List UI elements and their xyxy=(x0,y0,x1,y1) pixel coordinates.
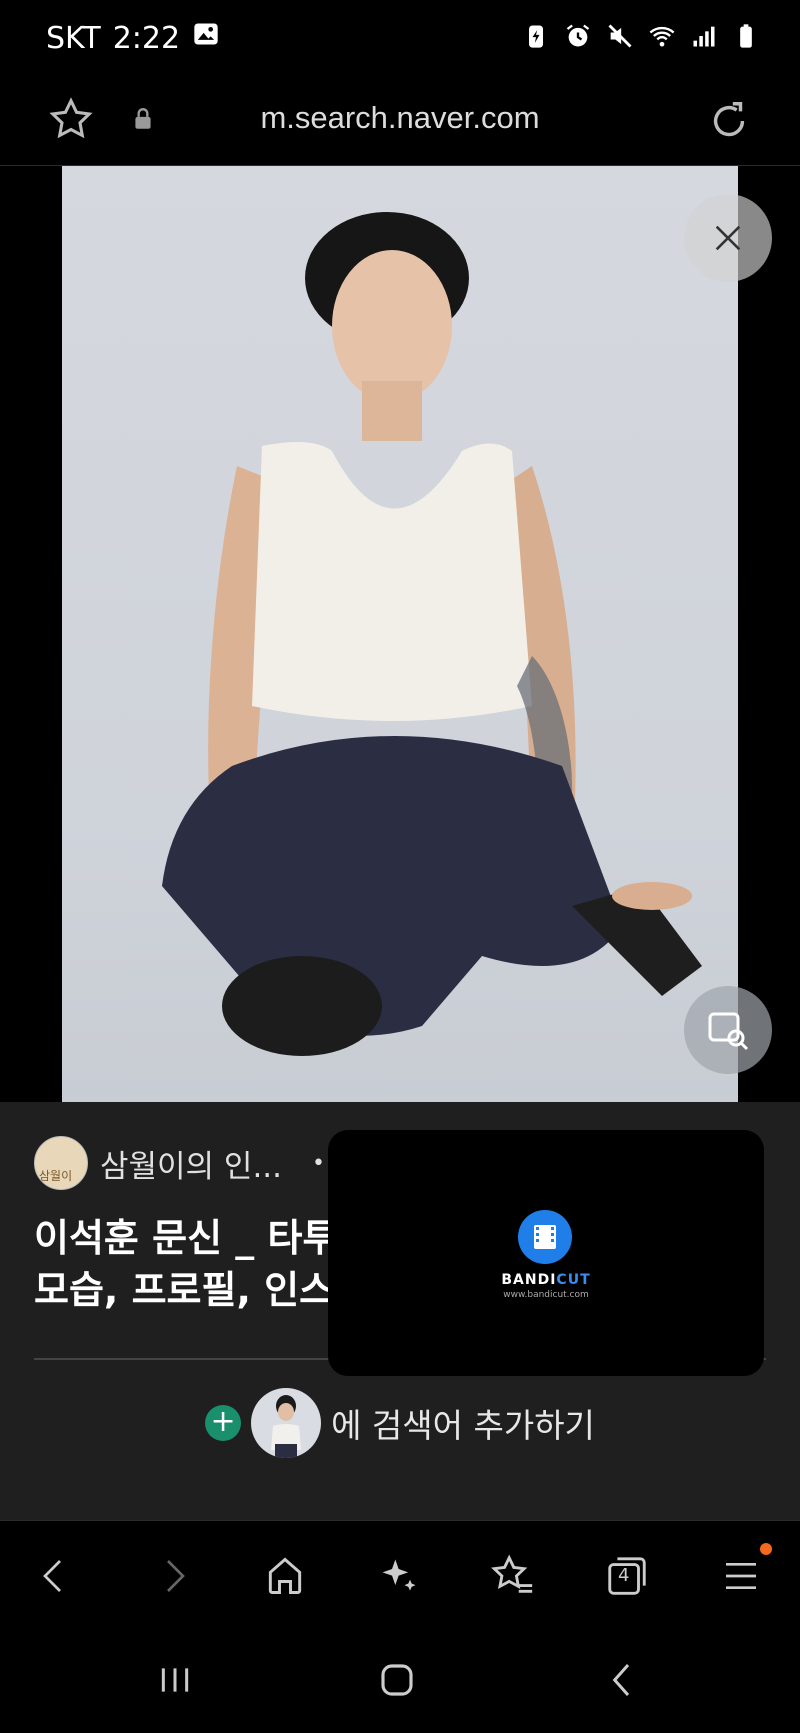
tab-count: 4 xyxy=(618,1565,630,1586)
browser-toolbar: 4 xyxy=(0,1520,800,1631)
home-square-icon xyxy=(381,1664,413,1696)
title-line-2: 모습, 프로필, 인스 xyxy=(34,1268,334,1312)
lens-search-button[interactable] xyxy=(684,986,772,1074)
url-text[interactable]: m.search.naver.com xyxy=(0,100,800,136)
person-photo xyxy=(162,212,702,1056)
recent-apps-icon xyxy=(161,1668,189,1692)
menu-button[interactable] xyxy=(716,1543,772,1601)
source-name[interactable]: 삼월이의 인... xyxy=(100,1141,282,1186)
battery-icon xyxy=(740,24,752,48)
avatar-label: 삼월이 xyxy=(39,1169,73,1183)
bookmark-list-icon xyxy=(491,1554,533,1593)
sparkle-icon xyxy=(382,1559,416,1591)
bandicut-brand: BANDICUT xyxy=(328,1272,764,1288)
add-plus-icon[interactable]: + xyxy=(205,1405,242,1441)
add-search-term-text[interactable]: 에 검색어 추가하기 xyxy=(331,1399,595,1447)
image-viewer-photo[interactable] xyxy=(62,166,738,1102)
battery-saver-icon xyxy=(529,25,543,48)
add-search-term-row[interactable]: + 에 검색어 추가하기 xyxy=(0,1388,800,1458)
result-title[interactable]: 이석훈 문신 _ 타투 모습, 프로필, 인스 xyxy=(34,1212,334,1316)
url-bar[interactable]: m.search.naver.com xyxy=(0,80,800,166)
back-chevron-icon xyxy=(612,1664,630,1696)
back-button[interactable] xyxy=(30,1551,80,1601)
bandicut-site: www.bandicut.com xyxy=(503,1290,589,1300)
system-navigation-bar xyxy=(0,1630,800,1733)
recent-apps-button[interactable] xyxy=(150,1655,200,1705)
forward-arrow-icon xyxy=(167,1560,185,1592)
close-image-button[interactable] xyxy=(684,194,772,282)
alarm-icon xyxy=(566,24,590,47)
notification-dot xyxy=(760,1543,772,1555)
carrier: SKT xyxy=(46,20,101,56)
back-arrow-icon xyxy=(43,1560,61,1592)
home-nav-button[interactable] xyxy=(372,1655,422,1705)
title-line-1: 이석훈 문신 _ 타투 xyxy=(34,1216,334,1260)
reload-icon[interactable] xyxy=(706,98,752,148)
home-icon xyxy=(268,1557,302,1594)
hamburger-menu-icon xyxy=(726,1563,756,1589)
status-bar: SKT 2:22 xyxy=(0,0,800,80)
brand-part-a: BANDI xyxy=(501,1272,557,1288)
bandicut-logo-icon xyxy=(518,1210,572,1264)
bookmarks-button[interactable] xyxy=(488,1551,538,1601)
ai-sparkle-button[interactable] xyxy=(374,1551,424,1601)
bandicut-watermark: BANDICUT www.bandicut.com xyxy=(328,1130,764,1376)
search-thumbnail xyxy=(251,1388,322,1458)
source-separator: • xyxy=(312,1150,325,1176)
forward-button[interactable] xyxy=(148,1551,198,1601)
close-icon xyxy=(715,225,741,251)
brand-part-b: CUT xyxy=(556,1272,591,1288)
signal-icon xyxy=(693,26,715,47)
source-avatar: 삼월이 xyxy=(34,1136,88,1190)
tabs-button[interactable]: 4 xyxy=(602,1551,652,1601)
image-search-icon xyxy=(708,1012,749,1051)
clock: 2:22 xyxy=(112,20,181,56)
mute-icon xyxy=(608,24,632,48)
source-row[interactable]: 삼월이 삼월이의 인... • xyxy=(34,1136,325,1190)
home-button[interactable] xyxy=(260,1551,310,1601)
back-nav-button[interactable] xyxy=(598,1655,648,1705)
wifi-icon xyxy=(649,26,675,47)
gallery-icon xyxy=(192,20,220,56)
